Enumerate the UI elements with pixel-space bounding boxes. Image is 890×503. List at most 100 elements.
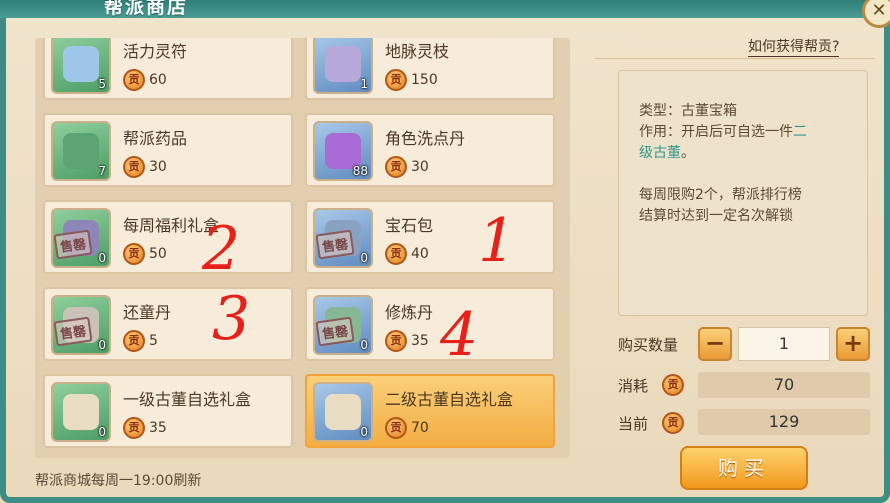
qty-plus-button[interactable]: + — [836, 327, 870, 361]
item-price: 贡 30 — [123, 155, 167, 179]
item-icon-frame: 0 — [51, 382, 111, 442]
item-owned-count: 0 — [360, 251, 368, 265]
item-icon-frame: 88 — [313, 121, 373, 181]
contribution-coin-icon: 贡 — [123, 156, 145, 178]
shop-item-card[interactable]: 0 二级古董自选礼盒贡 70 — [305, 374, 555, 448]
shop-item-card[interactable]: 售罄 0 宝石包贡 40 — [305, 200, 555, 274]
contribution-coin-icon: 贡 — [385, 417, 407, 439]
item-owned-count: 0 — [98, 425, 106, 439]
item-owned-count: 0 — [98, 338, 106, 352]
shop-item-card[interactable]: 7 帮派药品贡 30 — [43, 113, 293, 187]
annotation-3: 3 — [212, 284, 251, 354]
item-owned-count: 88 — [352, 164, 368, 178]
item-price-value: 5 — [149, 333, 158, 349]
item-price-value: 70 — [411, 420, 429, 436]
bag-icon — [63, 133, 99, 169]
item-description: 类型：古董宝箱 作用：开启后可自选一件二 级古董。 每周限购2个，帮派排行榜 结… — [618, 70, 868, 316]
sold-out-stamp: 售罄 — [53, 229, 93, 260]
item-name: 修炼丹 — [385, 303, 434, 322]
contribution-coin-icon: 贡 — [123, 330, 145, 352]
item-price: 贡 150 — [385, 68, 438, 92]
item-price: 贡5 — [123, 329, 158, 353]
item-owned-count: 0 — [98, 251, 106, 265]
title-bar: 帮派商店 — [0, 0, 890, 18]
chest-icon — [325, 394, 361, 430]
qty-minus-button[interactable]: − — [698, 327, 732, 361]
item-name: 活力灵符 — [123, 42, 188, 61]
item-owned-count: 1 — [360, 77, 368, 91]
item-price: 贡 35 — [123, 416, 167, 440]
item-price: 贡 40 — [385, 242, 429, 266]
item-icon-frame: 1 — [313, 38, 373, 94]
item-price-value: 150 — [411, 72, 438, 88]
item-price: 贡 35 — [385, 329, 429, 353]
branch-icon — [325, 46, 361, 82]
item-price-value: 35 — [411, 333, 429, 349]
annotation-2: 2 — [202, 214, 241, 284]
how-to-get-link[interactable]: 如何获得帮贡? — [748, 36, 840, 57]
contribution-coin-icon: 贡 — [123, 417, 145, 439]
sold-out-stamp: 售罄 — [53, 316, 93, 347]
item-name: 一级古董自选礼盒 — [123, 390, 252, 409]
chest-icon — [63, 394, 99, 430]
current-label: 当前 — [618, 415, 649, 433]
contribution-coin-icon: 贡 — [662, 374, 684, 396]
current-value: 129 — [698, 409, 870, 435]
sold-out-stamp: 售罄 — [315, 229, 355, 260]
contribution-coin-icon: 贡 — [662, 412, 684, 434]
cost-value: 70 — [698, 372, 870, 398]
item-icon-frame: 7 — [51, 121, 111, 181]
item-owned-count: 7 — [98, 164, 106, 178]
item-name: 帮派药品 — [123, 129, 188, 148]
sold-out-stamp: 售罄 — [315, 316, 355, 347]
shop-item-card[interactable]: 售罄 0 每周福利礼盒贡 50 — [43, 200, 293, 274]
item-name: 角色洗点丹 — [385, 129, 466, 148]
item-name: 地脉灵枝 — [385, 42, 450, 61]
window-title: 帮派商店 — [104, 0, 189, 18]
item-price-value: 50 — [149, 246, 167, 262]
item-price: 贡 60 — [123, 68, 167, 92]
buy-button[interactable]: 购买 — [680, 446, 808, 490]
desc-limit: 每周限购2个，帮派排行榜 — [639, 187, 802, 203]
shop-item-card[interactable]: 售罄 0 还童丹贡 5 — [43, 287, 293, 361]
shop-item-card[interactable]: 5 活力灵符贡 60 — [43, 38, 293, 100]
item-price: 贡 50 — [123, 242, 167, 266]
shop-item-card[interactable]: 0 一级古董自选礼盒贡 35 — [43, 374, 293, 448]
desc-unlock: 结算时达到一定名次解锁 — [639, 208, 793, 224]
item-icon-frame: 售罄 0 — [313, 295, 373, 355]
scroll-icon — [63, 46, 99, 82]
refresh-note: 帮派商城每周一19:00刷新 — [35, 473, 202, 489]
shop-item-card[interactable]: 售罄 0 修炼丹贡 35 — [305, 287, 555, 361]
contribution-coin-icon: 贡 — [385, 156, 407, 178]
item-owned-count: 0 — [360, 425, 368, 439]
contribution-coin-icon: 贡 — [385, 69, 407, 91]
contribution-coin-icon: 贡 — [123, 69, 145, 91]
item-icon-frame: 5 — [51, 38, 111, 94]
shop-item-card[interactable]: 1 地脉灵枝贡 150 — [305, 38, 555, 100]
desc-effect: 作用：开启后可自选一件二 — [639, 124, 807, 140]
item-owned-count: 5 — [98, 77, 106, 91]
contribution-coin-icon: 贡 — [123, 243, 145, 265]
divider — [595, 58, 875, 59]
item-price-value: 30 — [411, 159, 429, 175]
item-icon-frame: 售罄 0 — [313, 208, 373, 268]
item-price: 贡 70 — [385, 416, 429, 440]
desc-effect-cont: 级古董。 — [639, 145, 695, 161]
item-price: 贡 30 — [385, 155, 429, 179]
item-price-value: 35 — [149, 420, 167, 436]
item-owned-count: 0 — [360, 338, 368, 352]
annotation-1: 1 — [478, 206, 517, 276]
item-icon-frame: 售罄 0 — [51, 208, 111, 268]
item-price-value: 30 — [149, 159, 167, 175]
item-icon-frame: 售罄 0 — [51, 295, 111, 355]
item-name: 还童丹 — [123, 303, 172, 322]
annotation-4: 4 — [440, 300, 479, 370]
qty-input[interactable]: 1 — [738, 327, 830, 361]
cost-label: 消耗 — [618, 377, 649, 395]
desc-type: 类型：古董宝箱 — [639, 103, 737, 119]
item-icon-frame: 0 — [313, 382, 373, 442]
item-price-value: 40 — [411, 246, 429, 262]
item-name: 宝石包 — [385, 216, 434, 235]
shop-item-card[interactable]: 88 角色洗点丹贡 30 — [305, 113, 555, 187]
qty-label: 购买数量 — [618, 336, 679, 354]
